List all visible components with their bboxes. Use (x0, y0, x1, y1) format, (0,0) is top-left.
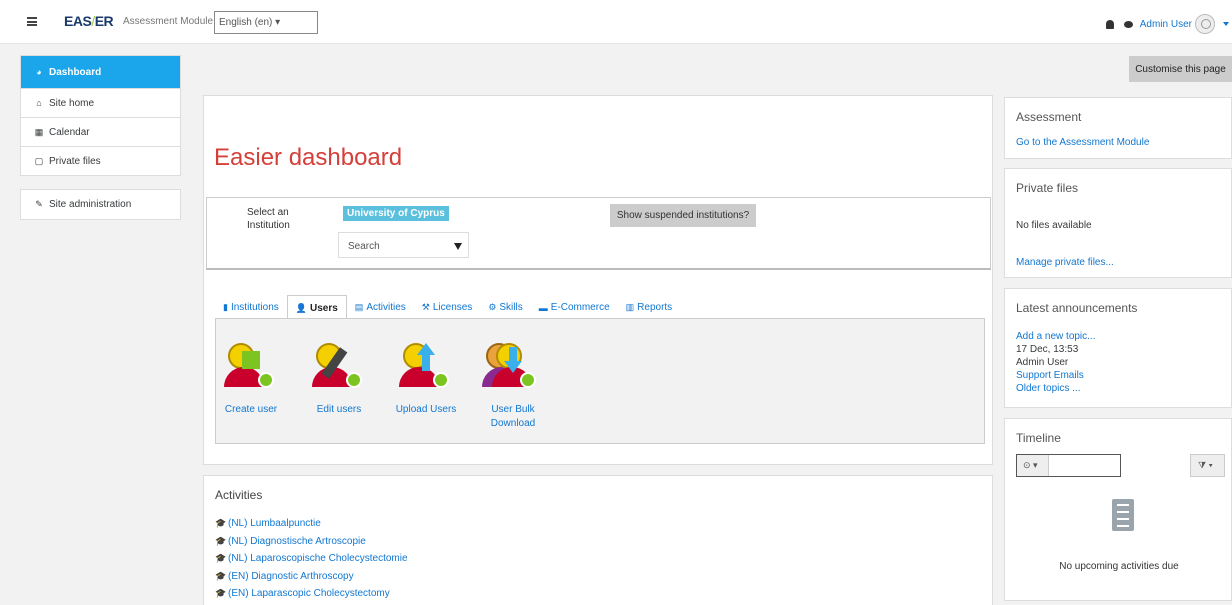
graduation-cap-icon: 🎓 (215, 588, 227, 598)
home-icon: ⌂ (36, 98, 42, 108)
chat-icon[interactable] (1123, 20, 1133, 28)
activities-block: Activities 🎓 (NL) Lumbaalpunctie 🎓 (NL) Di… (203, 475, 993, 605)
bulk-download-icon (482, 341, 540, 391)
list-item[interactable]: 🎓 (NL) Diagnostische Artroscopie (215, 533, 408, 551)
bar-chart-icon: ▥ (625, 302, 635, 312)
tab-licenses[interactable]: ⚒ Licenses (414, 295, 481, 320)
edit-users-action[interactable]: Edit users (304, 341, 374, 417)
caret-down-icon (454, 243, 462, 250)
select-institution-label: Select an Institution (247, 207, 290, 231)
cogs-icon: ⚙ (488, 302, 497, 312)
list-item[interactable]: 🎓 (NL) Lumbaalpunctie (215, 515, 408, 533)
no-files-text: No files available (1016, 220, 1092, 231)
graduation-cap-icon: 🎓 (215, 518, 227, 528)
tab-institutions[interactable]: ▮ Institutions (215, 295, 287, 320)
announcements-title: Latest announcements (1016, 301, 1138, 315)
private-files-title: Private files (1016, 181, 1079, 195)
assessment-block: Assessment Go to the Assessment Module (1004, 97, 1232, 159)
document-icon: ▤ (354, 302, 364, 312)
user-area: Admin User (1105, 14, 1232, 34)
upload-users-icon (399, 341, 453, 391)
list-item[interactable]: 🎓 (NL) Laparoscopische Cholecystectomie (215, 550, 408, 568)
tab-reports[interactable]: ▥ Reports (618, 295, 681, 320)
graduation-cap-icon: 🎓 (215, 535, 227, 546)
assessment-module-link[interactable]: Go to the Assessment Module (1016, 136, 1149, 149)
nav-drawer-admin: ✎ Site administration (20, 189, 181, 220)
announcement-author: Admin User (1016, 357, 1069, 368)
manage-private-files-link[interactable]: Manage private files... (1016, 256, 1114, 269)
add-topic-link[interactable]: Add a new topic... (1016, 330, 1096, 343)
tab-activities[interactable]: ▤ Activities (347, 295, 414, 320)
institution-badge[interactable]: University of Cyprus (343, 206, 449, 221)
nav-item-dashboard[interactable]: ◕ Dashboard (21, 56, 180, 88)
clock-icon[interactable]: ⊙ ▾ (1017, 455, 1049, 476)
assessment-title: Assessment (1016, 110, 1082, 124)
tab-skills[interactable]: ⚙ Skills (480, 295, 530, 320)
top-navbar: EAS/ER Assessment Module English (en) ▾ … (0, 0, 1232, 44)
timeline-block: Timeline ⊙ ▾ ⧩ ▾ No upcoming activities … (1004, 418, 1232, 601)
tab-e-commerce[interactable]: ▬ E-Commerce (531, 295, 618, 320)
empty-list-icon (1112, 499, 1134, 531)
dashboard-icon: ◕ (36, 67, 42, 77)
users-tab-panel: Create user Edit users Upload Users User… (215, 318, 985, 444)
nav-drawer: ◕ Dashboard ⌂ Site home ▦ Calendar ▢ Private… (20, 55, 181, 176)
user-name[interactable]: Admin User (1140, 19, 1192, 30)
activities-title: Activities (215, 488, 263, 502)
graduation-cap-icon: 🎓 (215, 570, 227, 581)
chevron-down-icon[interactable] (1223, 22, 1229, 26)
language-select[interactable]: English (en) ▾ (214, 11, 318, 34)
older-topics-link[interactable]: Older topics ... (1016, 382, 1096, 395)
private-files-block: Private files No files available Manage … (1004, 168, 1232, 278)
timeline-title: Timeline (1016, 431, 1061, 445)
hamburger-icon[interactable] (27, 17, 37, 26)
nav-item-private-files[interactable]: ▢ Private files (21, 146, 180, 175)
user-bulk-download-action[interactable]: User Bulk Download (478, 341, 548, 431)
graduation-cap-icon: 🎓 (215, 553, 227, 563)
list-item[interactable]: 🎓 (EN) Diagnostic Arthroscopy (215, 568, 408, 586)
calendar-icon: ▦ (34, 126, 44, 137)
upload-users-action[interactable]: Upload Users (391, 341, 461, 417)
filter-icon[interactable]: ⧩ ▾ (1190, 454, 1225, 477)
customise-page-button[interactable]: Customise this page (1129, 56, 1232, 82)
gavel-icon: ⚒ (421, 302, 430, 312)
tab-users[interactable]: 👤 Users (286, 295, 347, 320)
show-suspended-button[interactable]: Show suspended institutions? (610, 204, 756, 227)
activities-list: 🎓 (NL) Lumbaalpunctie 🎓 (NL) Diagnostische… (215, 515, 408, 603)
announcement-date: 17 Dec, 13:53 (1016, 344, 1079, 355)
page-title: Easier dashboard (214, 144, 403, 171)
wrench-icon: ✎ (35, 199, 43, 209)
list-item[interactable]: 🎓 (EN) Laparascopic Cholecystectomy (215, 585, 408, 603)
building-icon: ▮ (223, 302, 228, 312)
institution-search-select[interactable]: Search (338, 232, 469, 258)
dashboard-tabs: ▮ Institutions 👤 Users ▤ Activities ⚒ Licens… (215, 295, 680, 320)
announcement-topic-link[interactable]: Support Emails (1016, 369, 1096, 382)
nav-item-site-home[interactable]: ⌂ Site home (21, 88, 180, 117)
create-user-icon (224, 341, 278, 391)
nav-item-site-administration[interactable]: ✎ Site administration (21, 190, 180, 219)
truck-icon: ▬ (538, 302, 548, 313)
user-icon: 👤 (295, 302, 307, 313)
announcements-block: Latest announcements Add a new topic... … (1004, 288, 1232, 408)
create-user-action[interactable]: Create user (216, 341, 286, 417)
bell-icon[interactable] (1105, 19, 1114, 29)
edit-users-icon (312, 341, 366, 391)
institution-selector: Select an Institution University of Cypr… (206, 197, 991, 270)
timeline-date-filter[interactable]: ⊙ ▾ (1016, 454, 1121, 477)
no-upcoming-text: No upcoming activities due (1059, 561, 1179, 572)
nav-item-calendar[interactable]: ▦ Calendar (21, 117, 180, 146)
site-logo[interactable]: EAS/ER (64, 13, 114, 29)
announcements-list: Add a new topic... 17 Dec, 13:53 Admin U… (1016, 330, 1096, 395)
file-icon: ▢ (34, 155, 44, 166)
dashboard-main: Easier dashboard Select an Institution U… (203, 95, 993, 465)
avatar[interactable] (1195, 14, 1215, 34)
module-name: Assessment Module (123, 16, 214, 27)
